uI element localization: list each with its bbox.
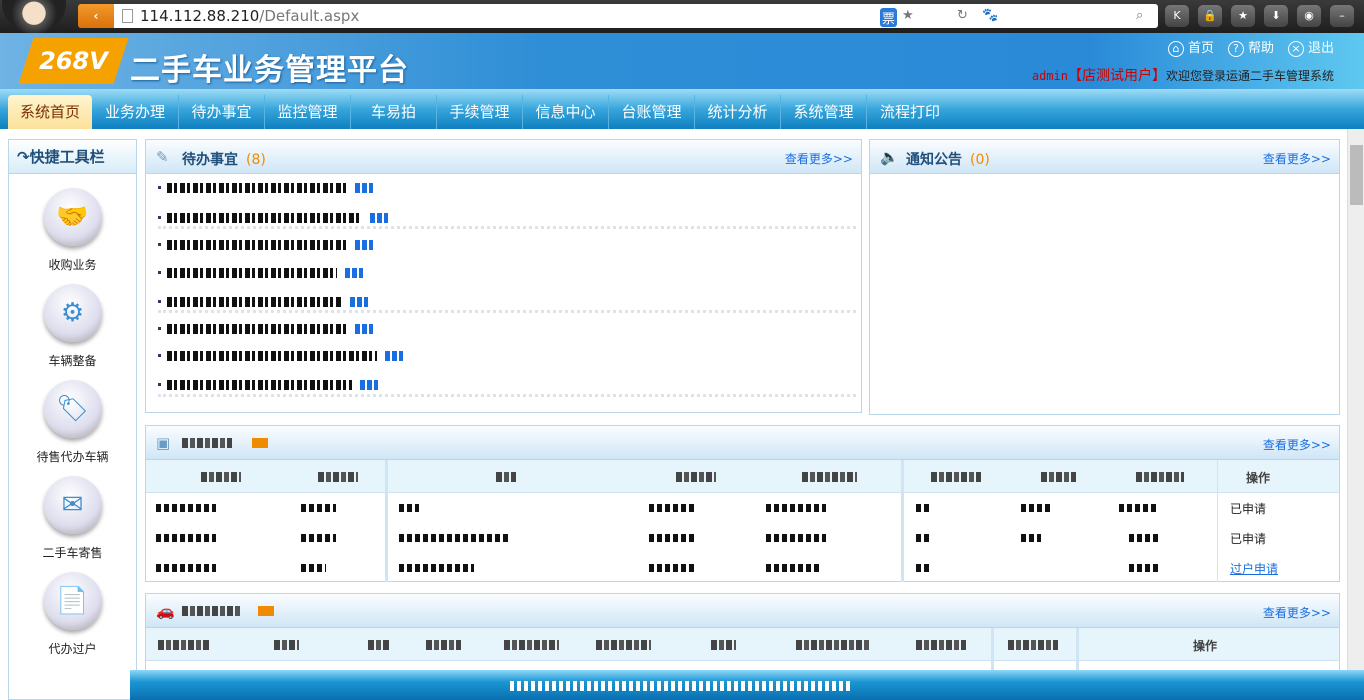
notice-count: (0) [970,152,990,168]
transfer-apply-link[interactable]: 过户申请 [1230,560,1278,577]
nav-info[interactable]: 信息中心 [523,95,609,129]
sidebar-item-consign[interactable]: ✉ 二手车寄售 [9,476,136,561]
notice-more-link[interactable]: 查看更多>> [1263,150,1331,167]
nav-stats[interactable]: 统计分析 [695,95,781,129]
home-icon: ⌂ [1167,41,1184,57]
address-bar[interactable]: 114.112.88.210/Default.aspx 票 ★ ↻ 🐾 ⌕ [114,4,1158,28]
edit-icon: ✎ [156,148,169,166]
sidebar-item-transfer[interactable]: 📄 代办过户 [9,572,136,657]
nav-print[interactable]: 流程打印 [867,95,953,129]
search-icon[interactable]: ⌕ [1136,8,1143,23]
table-header: 操作 [146,460,1339,493]
browser-toolbar: ‹ 114.112.88.210/Default.aspx 票 ★ ↻ 🐾 ⌕ … [0,0,1364,33]
todo-title: 待办事宜 [182,152,238,168]
list-item[interactable] [158,210,856,224]
list-item[interactable] [158,294,856,308]
site-header: 268V 二手车业务管理平台 ⌂ 首页 ? 帮助 × 退出 admin【店测试用户】欢… [0,33,1364,89]
sidebar-item-purchase[interactable]: 🤝 收购业务 [9,188,136,273]
transfer-icon: 📄 [43,572,102,630]
reload-icon[interactable]: ↻ [957,8,968,23]
logout-icon: × [1287,41,1304,57]
handshake-icon: 🤝 [43,188,102,246]
sidebar-title: 快捷工具栏 [29,148,105,166]
main-nav: 系统首页 业务办理 待办事宜 监控管理 车易拍 手续管理 信息中心 台账管理 统… [0,89,1364,129]
list-item[interactable] [158,180,856,194]
transfer-more-link[interactable]: 查看更多>> [1263,436,1331,453]
browser-avatar[interactable] [2,0,66,33]
share-arrow-icon: ↷ [17,148,30,166]
notice-panel: 🔈 通知公告 (0) 查看更多>> [869,139,1340,415]
menu-icon[interactable]: – [1330,5,1354,27]
help-icon: ? [1227,41,1244,57]
url-host: 114.112.88.210 [140,7,260,25]
nav-ledger[interactable]: 台账管理 [609,95,695,129]
footer-bar [130,670,1364,700]
ext-k-button[interactable]: K [1165,5,1189,27]
op-column-header: 操作 [1246,471,1271,485]
op-column-header: 操作 [1193,639,1218,653]
nav-business[interactable]: 业务办理 [92,95,179,129]
scrollbar-thumb[interactable] [1350,145,1363,205]
logo: 268V [18,38,129,84]
home-link[interactable]: ⌂ 首页 [1167,37,1214,57]
nav-todo[interactable]: 待办事宜 [179,95,265,129]
list-item[interactable] [158,265,856,279]
nav-monitor[interactable]: 监控管理 [265,95,351,129]
vehicle-more-link[interactable]: 查看更多>> [1263,604,1331,621]
table-header: 操作 [146,628,1339,661]
back-button[interactable]: ‹ [78,4,114,28]
lock-icon[interactable]: 🔒 [1198,5,1222,27]
op-status: 已申请 [1230,502,1267,516]
sidebar-item-for-sale[interactable]: 🏷 待售代办车辆 [9,380,136,465]
search-engine-icon[interactable]: 🐾 [982,8,998,23]
nav-cheyipai[interactable]: 车易拍 [351,95,437,129]
panel-icon: ▣ [156,434,171,452]
list-item[interactable] [158,377,856,391]
wheel-icon: ⚙ [43,284,102,342]
welcome-text: admin【店测试用户】欢迎您登录运通二手车管理系统 [1031,68,1334,84]
bookmark-icon[interactable]: ★ [1231,5,1255,27]
quick-toolbar: ↷快捷工具栏 🤝 收购业务 ⚙ 车辆整备 🏷 待售代办车辆 ✉ 二手车寄售 📄 代办过户 [8,139,137,700]
sale-tag-icon: 🏷 [43,380,102,438]
speaker-icon: 🔈 [880,148,899,166]
nav-procedures[interactable]: 手续管理 [437,95,523,129]
download-icon[interactable]: ⬇ [1264,5,1288,27]
nav-home[interactable]: 系统首页 [8,95,92,129]
todo-more-link[interactable]: 查看更多>> [785,150,853,167]
site-name: 二手车业务管理平台 [130,53,409,88]
game-icon[interactable]: ◉ [1297,5,1321,27]
car-icon: 🚗 [156,602,175,620]
list-item[interactable] [158,348,856,362]
ticket-icon[interactable]: 票 [880,8,897,27]
consign-icon: ✉ [43,476,102,534]
star-icon[interactable]: ★ [902,8,914,23]
help-link[interactable]: ? 帮助 [1227,37,1274,57]
op-status: 已申请 [1230,532,1267,546]
page-icon [122,9,133,23]
url-path: /Default.aspx [259,7,360,25]
transfer-panel: ▣ 查看更多>> 操作 已申请 已申请 过户申请 [145,425,1340,582]
logout-link[interactable]: × 退出 [1287,37,1334,57]
notice-title: 通知公告 [906,152,962,168]
list-item[interactable] [158,321,856,335]
nav-system[interactable]: 系统管理 [781,95,867,129]
todo-count: (8) [246,152,266,168]
list-item[interactable] [158,237,856,251]
todo-panel: ✎ 待办事宜 (8) 查看更多>> [145,139,862,413]
page-scrollbar[interactable] [1347,129,1364,670]
sidebar-item-prep[interactable]: ⚙ 车辆整备 [9,284,136,369]
